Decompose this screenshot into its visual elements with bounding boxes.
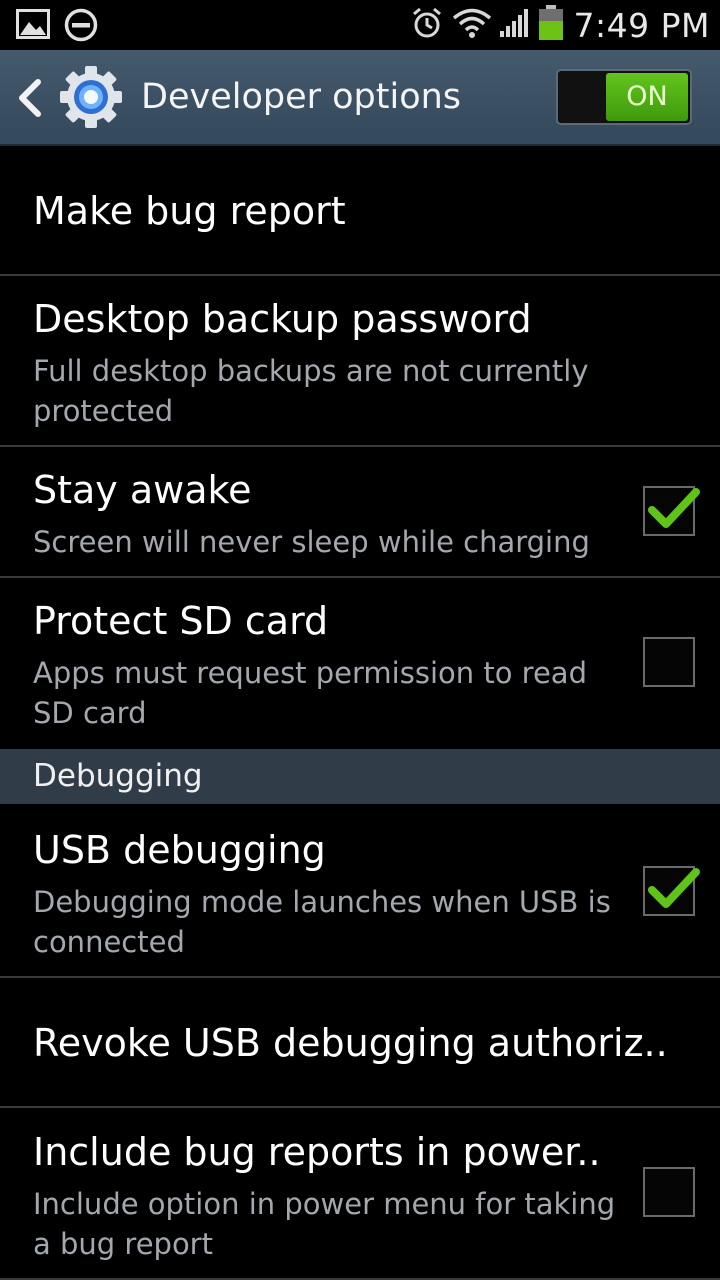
developer-options-switch[interactable]: ON: [556, 69, 692, 125]
section-header-label: Debugging: [33, 758, 203, 794]
row-title: USB debugging: [33, 828, 326, 872]
clock: 7:49 PM: [573, 5, 710, 45]
settings-gear-icon[interactable]: [58, 64, 124, 130]
battery-icon: [538, 5, 564, 45]
section-header-debugging: Debugging: [0, 749, 720, 804]
action-bar: Developer options ON: [0, 50, 720, 146]
row-title: Protect SD card: [33, 599, 329, 643]
list-item-make-bug-report[interactable]: Make bug report: [0, 146, 720, 276]
back-chevron-icon[interactable]: [16, 78, 42, 122]
list-item-usb-debugging[interactable]: USB debugging Debugging mode launches wh…: [0, 804, 720, 978]
switch-thumb[interactable]: ON: [606, 73, 688, 121]
stay-awake-checkbox[interactable]: [643, 486, 700, 536]
usb-debugging-checkbox[interactable]: [643, 866, 700, 916]
signal-icon: [498, 7, 532, 43]
row-title: Include bug reports in power..: [33, 1130, 601, 1174]
row-summary: Include option in power menu for taking …: [33, 1187, 616, 1261]
include-bug-reports-checkbox[interactable]: [643, 1167, 695, 1217]
row-summary: Apps must request permission to read SD …: [33, 656, 587, 730]
page-title: Developer options: [141, 77, 462, 117]
list-item-desktop-backup-password[interactable]: Desktop backup password Full desktop bac…: [0, 276, 720, 447]
do-not-disturb-icon: [64, 8, 98, 46]
row-title: Make bug report: [33, 189, 346, 233]
alarm-icon: [410, 6, 444, 44]
row-title: Stay awake: [33, 468, 252, 512]
list-item-revoke-usb-debugging[interactable]: Revoke USB debugging authoriz..: [0, 978, 720, 1108]
list-item-include-bug-reports[interactable]: Include bug reports in power.. Include o…: [0, 1108, 720, 1280]
row-summary: Full desktop backups are not currently p…: [33, 354, 589, 428]
protect-sd-card-checkbox[interactable]: [643, 637, 695, 687]
list-item-stay-awake[interactable]: Stay awake Screen will never sleep while…: [0, 447, 720, 578]
wifi-icon: [452, 7, 492, 43]
gallery-icon: [16, 9, 50, 43]
row-summary: Screen will never sleep while charging: [33, 525, 590, 559]
status-bar: 7:49 PM: [0, 0, 720, 50]
list-item-protect-sd-card[interactable]: Protect SD card Apps must request permis…: [0, 578, 720, 749]
row-summary: Debugging mode launches when USB is conn…: [33, 885, 611, 959]
row-title: Revoke USB debugging authoriz..: [33, 1021, 668, 1065]
row-title: Desktop backup password: [33, 297, 532, 341]
